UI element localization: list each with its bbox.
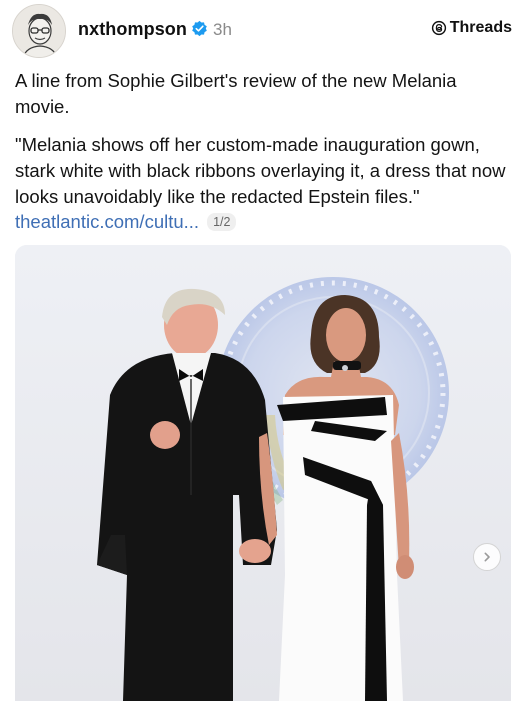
avatar-image (13, 5, 65, 57)
post-timestamp: 3h (213, 20, 232, 39)
threads-label: Threads (449, 19, 512, 36)
post-text-quote: "Melania shows off her custom-made inaug… (15, 134, 506, 207)
threads-logo-icon (431, 20, 446, 36)
post-text-line-1: A line from Sophie Gilbert's review of t… (15, 70, 457, 117)
post-photo[interactable] (15, 245, 511, 701)
threads-app-link[interactable]: Threads (431, 19, 512, 37)
verified-badge-icon (192, 20, 207, 37)
link-row: theatlantic.com/cultu... 1/2 (15, 211, 237, 233)
media-counter-badge: 1/2 (207, 213, 237, 231)
post-header: nxthompson 3h Threads (0, 0, 526, 60)
username[interactable]: nxthompson (78, 19, 187, 40)
article-link[interactable]: theatlantic.com/cultu... (15, 211, 199, 233)
chevron-right-icon (484, 552, 490, 562)
avatar[interactable] (12, 4, 66, 58)
next-image-button[interactable] (473, 543, 501, 571)
photo-image (15, 245, 511, 701)
